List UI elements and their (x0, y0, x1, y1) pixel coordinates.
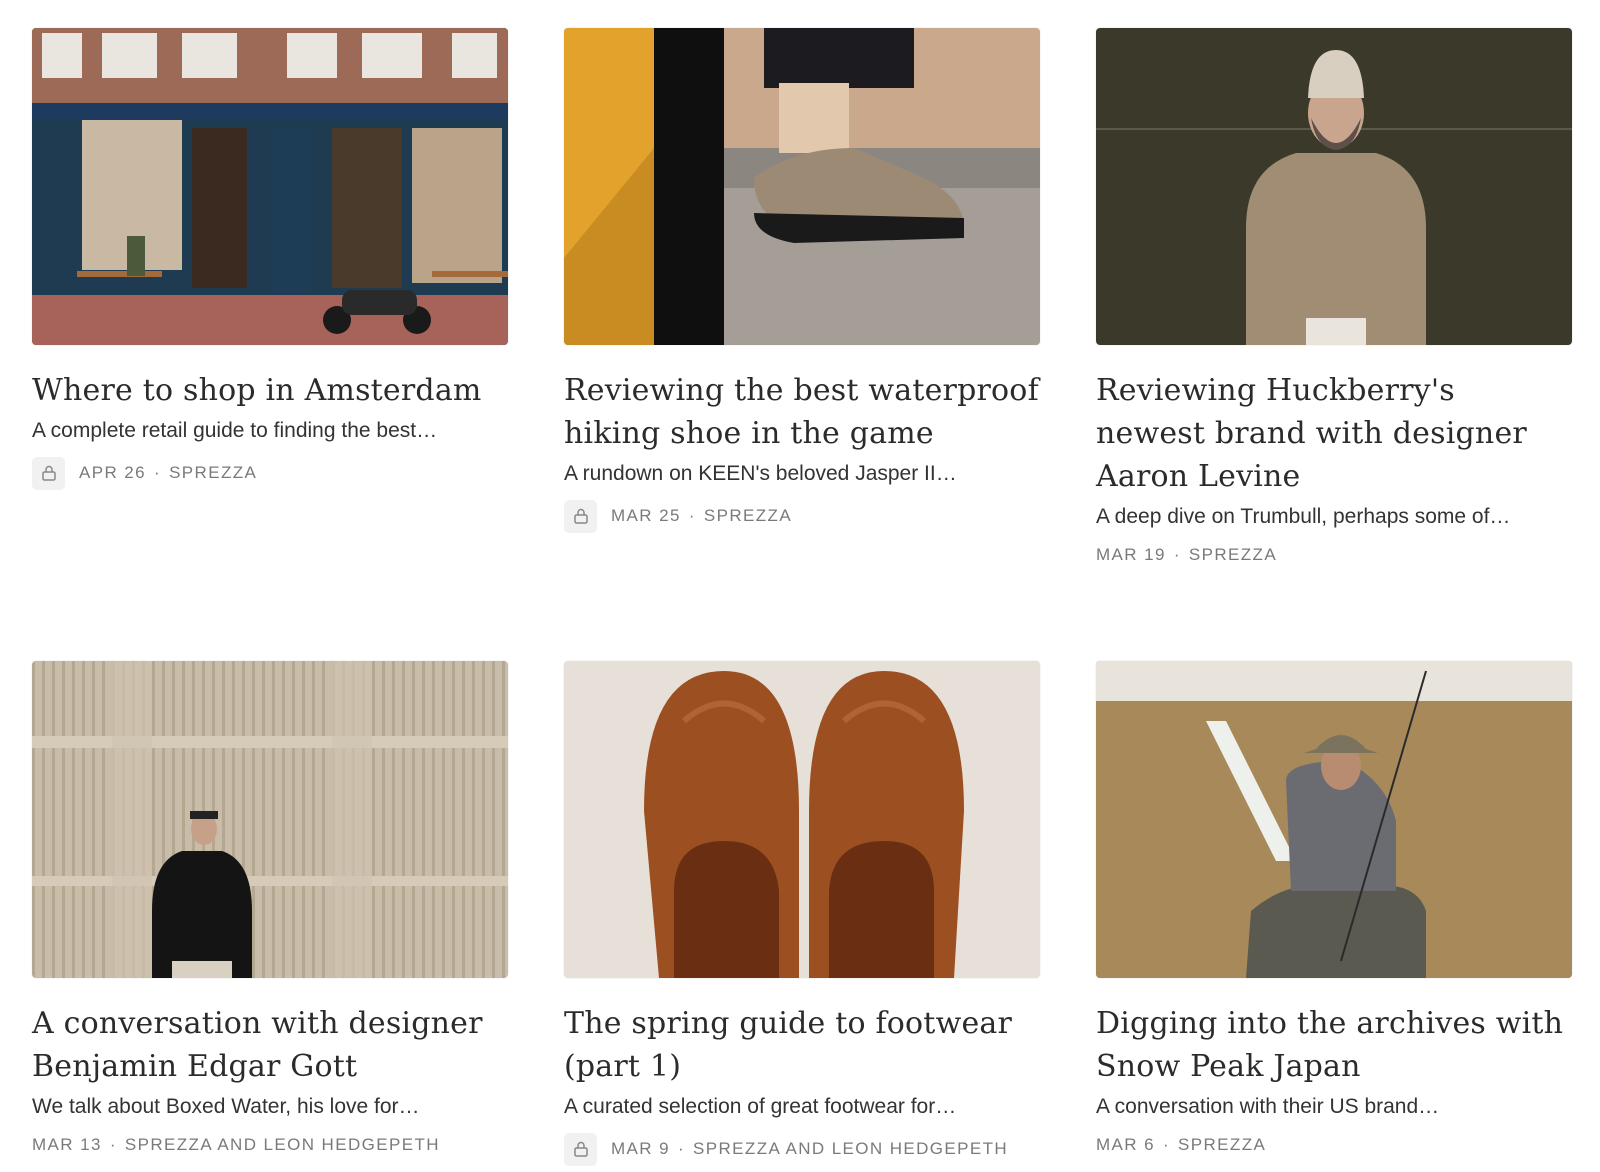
post-card[interactable]: The spring guide to footwear (part 1) A … (564, 661, 1040, 1166)
post-image-man-in-field[interactable] (1096, 661, 1572, 978)
lock-icon (564, 499, 597, 533)
post-title[interactable]: Reviewing Huckberry's newest brand with … (1096, 369, 1572, 498)
post-date: MAR 19 (1096, 545, 1166, 564)
post-image-man-against-wall[interactable] (32, 661, 508, 978)
post-image-hiking-shoe-on-step[interactable] (564, 28, 1040, 345)
post-card[interactable]: A conversation with designer Benjamin Ed… (32, 661, 508, 1162)
post-card[interactable]: Where to shop in Amsterdam A complete re… (32, 28, 508, 490)
lock-icon (32, 456, 65, 490)
post-image-leather-clogs[interactable] (564, 661, 1040, 978)
meta-separator: · (154, 463, 162, 482)
post-date: MAR 6 (1096, 1135, 1155, 1154)
post-author[interactable]: SPREZZA AND LEON HEDGEPETH (693, 1139, 1008, 1159)
post-subtitle: A curated selection of great footwear fo… (564, 1095, 957, 1118)
post-author[interactable]: SPREZZA AND LEON HEDGEPETH (125, 1135, 440, 1155)
post-title[interactable]: Digging into the archives with Snow Peak… (1096, 1002, 1572, 1088)
post-date: APR 26 (79, 463, 146, 482)
post-subtitle: A conversation with their US brand… (1096, 1095, 1440, 1118)
post-author[interactable]: SPREZZA (1189, 545, 1277, 565)
meta-separator: · (109, 1135, 117, 1154)
post-author[interactable]: SPREZZA (704, 506, 792, 526)
post-card[interactable]: Reviewing the best waterproof hiking sho… (564, 28, 1040, 533)
post-meta: APR 26 · SPREZZA (32, 456, 508, 490)
post-date: MAR 9 (611, 1139, 670, 1158)
post-title[interactable]: A conversation with designer Benjamin Ed… (32, 1002, 508, 1088)
meta-separator: · (1173, 545, 1181, 564)
post-meta: MAR 25 · SPREZZA (564, 499, 1040, 533)
post-subtitle: A rundown on KEEN's beloved Jasper II… (564, 462, 957, 485)
post-image-amsterdam-storefront[interactable] (32, 28, 508, 345)
meta-separator: · (1162, 1135, 1171, 1154)
post-meta: MAR 19 · SPREZZA (1096, 538, 1572, 572)
post-author[interactable]: SPREZZA (1178, 1135, 1266, 1155)
post-title[interactable]: The spring guide to footwear (part 1) (564, 1002, 1040, 1088)
post-title[interactable]: Reviewing the best waterproof hiking sho… (564, 369, 1040, 455)
post-author[interactable]: SPREZZA (169, 463, 257, 483)
post-subtitle: A complete retail guide to finding the b… (32, 419, 438, 442)
post-title[interactable]: Where to shop in Amsterdam (32, 369, 508, 412)
post-card[interactable]: Digging into the archives with Snow Peak… (1096, 661, 1572, 1162)
post-meta: MAR 9 · SPREZZA AND LEON HEDGEPETH (564, 1132, 1040, 1166)
post-meta: MAR 6 · SPREZZA (1096, 1128, 1572, 1162)
post-subtitle: A deep dive on Trumbull, perhaps some of… (1096, 505, 1511, 528)
post-date: MAR 25 (611, 506, 681, 525)
post-date: MAR 13 (32, 1135, 102, 1154)
meta-separator: · (688, 506, 696, 525)
lock-icon (564, 1132, 597, 1166)
post-image-man-in-hoodie[interactable] (1096, 28, 1572, 345)
post-meta: MAR 13 · SPREZZA AND LEON HEDGEPETH (32, 1128, 508, 1162)
meta-separator: · (677, 1139, 686, 1158)
post-subtitle: We talk about Boxed Water, his love for… (32, 1095, 420, 1118)
post-card[interactable]: Reviewing Huckberry's newest brand with … (1096, 28, 1572, 572)
